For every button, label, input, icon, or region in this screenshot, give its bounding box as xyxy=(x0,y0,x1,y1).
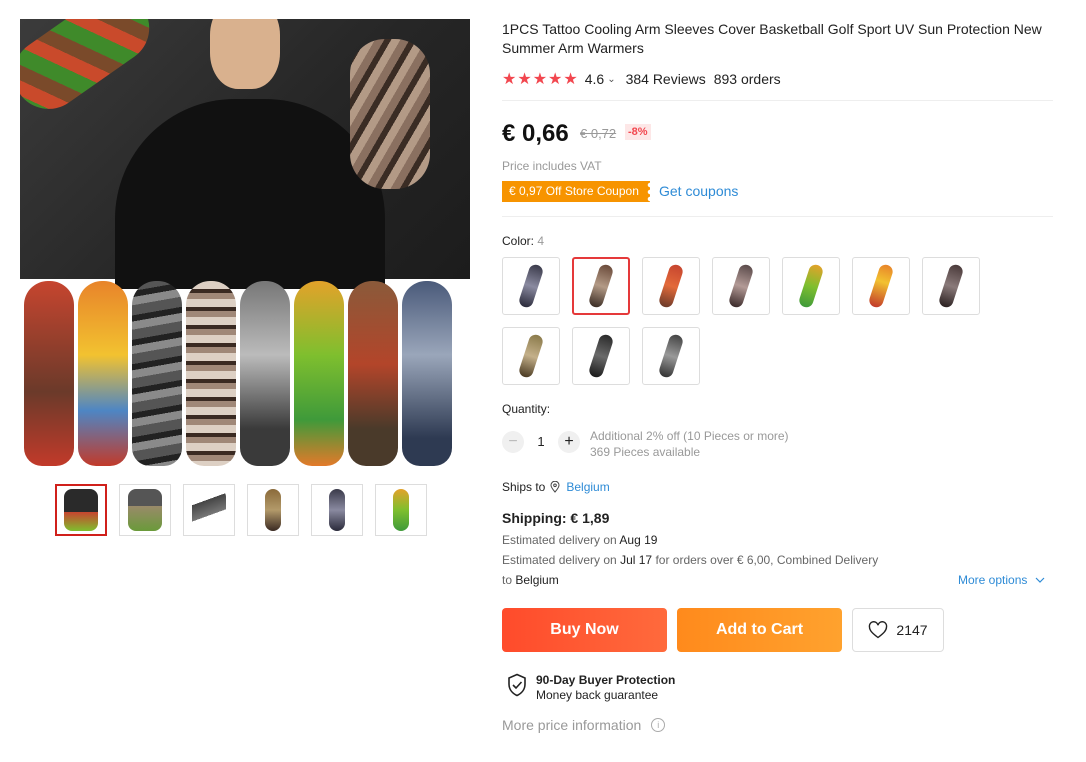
buy-now-button[interactable]: Buy Now xyxy=(502,608,667,652)
original-price: € 0,72 xyxy=(580,126,617,141)
color-swatch[interactable] xyxy=(642,257,700,315)
color-swatch[interactable] xyxy=(572,257,630,315)
quantity-value[interactable]: 1 xyxy=(535,434,547,449)
combined-delivery-destination: to Belgium xyxy=(502,573,559,587)
sleeve-image xyxy=(402,281,452,466)
add-to-cart-button[interactable]: Add to Cart xyxy=(677,608,842,652)
buyer-protection-title: 90-Day Buyer Protection xyxy=(536,673,676,687)
combined-delivery-label: Estimated delivery on xyxy=(502,553,617,567)
thumbnail[interactable] xyxy=(311,484,363,536)
model-head xyxy=(210,19,280,89)
color-swatch[interactable] xyxy=(922,257,980,315)
sleeve-image xyxy=(132,281,182,466)
wishlist-button[interactable]: 2147 xyxy=(852,608,944,652)
buyer-protection-text: 90-Day Buyer Protection Money back guara… xyxy=(536,673,675,703)
star-rating-icon: ★★★★★ xyxy=(502,71,579,88)
more-price-information[interactable]: More price information i xyxy=(502,717,666,733)
quantity-note: Additional 2% off (10 Pieces or more) 36… xyxy=(590,428,789,460)
divider xyxy=(502,216,1053,217)
shipping-cost: Shipping: € 1,89 xyxy=(502,510,610,526)
thumbnail[interactable] xyxy=(55,484,107,536)
color-label: Color: 4 xyxy=(502,234,544,248)
sleeve-image xyxy=(78,281,128,466)
ships-to: Ships to Belgium xyxy=(502,480,610,494)
thumbnail[interactable] xyxy=(119,484,171,536)
thumbnail[interactable] xyxy=(247,484,299,536)
available-pieces: 369 Pieces available xyxy=(590,445,701,459)
info-icon[interactable]: i xyxy=(651,718,666,732)
heart-icon xyxy=(869,621,888,639)
color-swatch[interactable] xyxy=(712,257,770,315)
product-title: 1PCS Tattoo Cooling Arm Sleeves Cover Ba… xyxy=(502,21,1042,56)
model-right-arm xyxy=(350,39,430,189)
sleeve-image xyxy=(186,281,236,466)
quantity-label: Quantity: xyxy=(502,402,551,416)
ship-country-link[interactable]: Belgium xyxy=(566,480,609,494)
divider xyxy=(502,100,1053,101)
more-price-information-label: More price information xyxy=(502,717,642,733)
sleeve-image xyxy=(24,281,74,466)
more-options-link[interactable]: More options xyxy=(958,573,1045,587)
combined-delivery-condition: for orders over € 6,00, Combined Deliver… xyxy=(655,553,879,567)
discount-badge: -8% xyxy=(625,124,651,140)
store-coupon-badge[interactable]: € 0,97 Off Store Coupon xyxy=(502,181,650,202)
rating-row: ★★★★★ 4.6 ⌄ 384 Reviews 893 orders xyxy=(502,69,781,89)
destination-prefix: to xyxy=(502,573,513,587)
current-price: € 0,66 xyxy=(502,120,569,147)
color-label-text: Color: xyxy=(502,234,535,248)
color-swatches xyxy=(502,257,1002,385)
get-coupons-link[interactable]: Get coupons xyxy=(659,183,738,199)
color-swatch[interactable] xyxy=(642,327,700,385)
model-left-arm xyxy=(20,19,163,123)
shield-check-icon xyxy=(508,673,526,697)
thumbnail-strip xyxy=(55,484,427,536)
quantity-increase-button[interactable]: + xyxy=(558,431,580,453)
vat-note: Price includes VAT xyxy=(502,159,602,173)
main-product-image xyxy=(20,19,470,469)
orders-count: 893 orders xyxy=(713,71,781,87)
model-photo xyxy=(20,19,470,289)
thumbnail[interactable] xyxy=(183,484,235,536)
bulk-discount-note: Additional 2% off (10 Pieces or more) xyxy=(590,429,789,443)
sleeve-lineup xyxy=(20,281,470,469)
more-options-label: More options xyxy=(958,573,1028,587)
model-shirt xyxy=(115,99,385,289)
estimated-delivery: Estimated delivery on Aug 19 xyxy=(502,533,657,547)
destination-country: Belgium xyxy=(515,573,559,587)
sleeve-image xyxy=(294,281,344,466)
color-swatch[interactable] xyxy=(782,257,840,315)
estimated-delivery-label: Estimated delivery on xyxy=(502,533,617,547)
reviews-link[interactable]: 384 Reviews xyxy=(626,71,706,87)
quantity-decrease-button[interactable]: − xyxy=(502,431,524,453)
buyer-protection: 90-Day Buyer Protection Money back guara… xyxy=(507,673,675,703)
sleeve-image xyxy=(348,281,398,466)
color-swatch[interactable] xyxy=(502,327,560,385)
combined-delivery: Estimated delivery on Jul 17 for orders … xyxy=(502,553,878,567)
estimated-delivery-date: Aug 19 xyxy=(619,533,658,547)
color-value: 4 xyxy=(537,234,545,248)
color-swatch[interactable] xyxy=(502,257,560,315)
combined-delivery-date: Jul 17 xyxy=(620,553,653,567)
location-pin-icon xyxy=(550,481,560,493)
sleeve-image xyxy=(240,281,290,466)
color-swatch[interactable] xyxy=(852,257,910,315)
ships-to-label: Ships to xyxy=(502,480,546,494)
rating-value[interactable]: 4.6 xyxy=(585,71,604,87)
chevron-down-icon[interactable]: ⌄ xyxy=(607,74,615,85)
buyer-protection-subtitle: Money back guarantee xyxy=(536,688,659,702)
color-swatch[interactable] xyxy=(572,327,630,385)
chevron-down-icon xyxy=(1035,577,1045,583)
thumbnail[interactable] xyxy=(375,484,427,536)
wishlist-count: 2147 xyxy=(896,622,928,638)
